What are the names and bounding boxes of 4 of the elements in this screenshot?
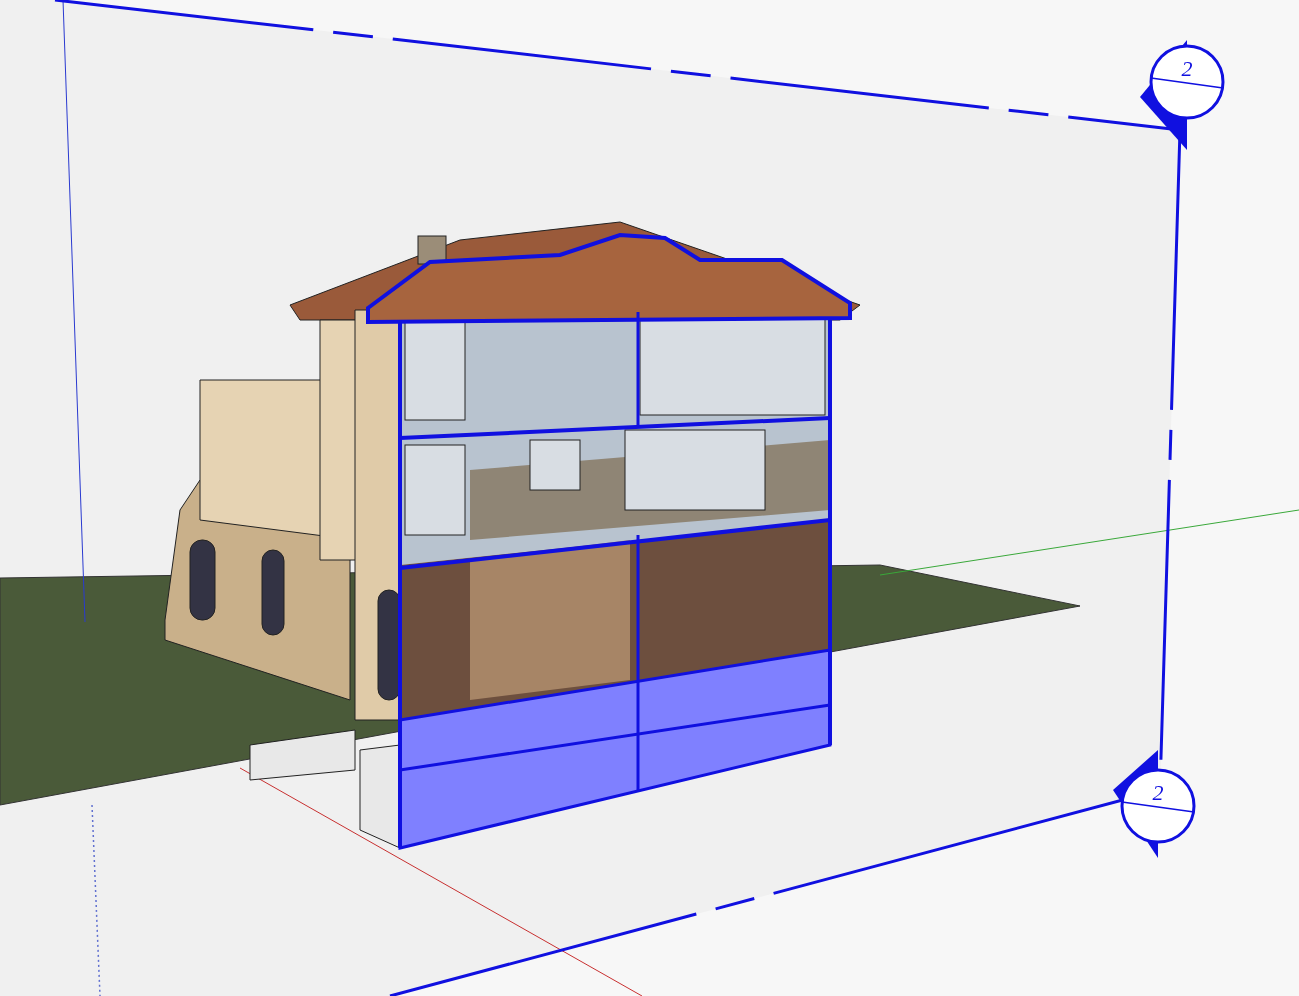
section-marker-icon[interactable] — [1113, 750, 1196, 858]
section-marker-icon[interactable] — [1140, 40, 1225, 150]
section-label: 2 — [1152, 780, 1164, 805]
section-label: 2 — [1181, 56, 1193, 81]
